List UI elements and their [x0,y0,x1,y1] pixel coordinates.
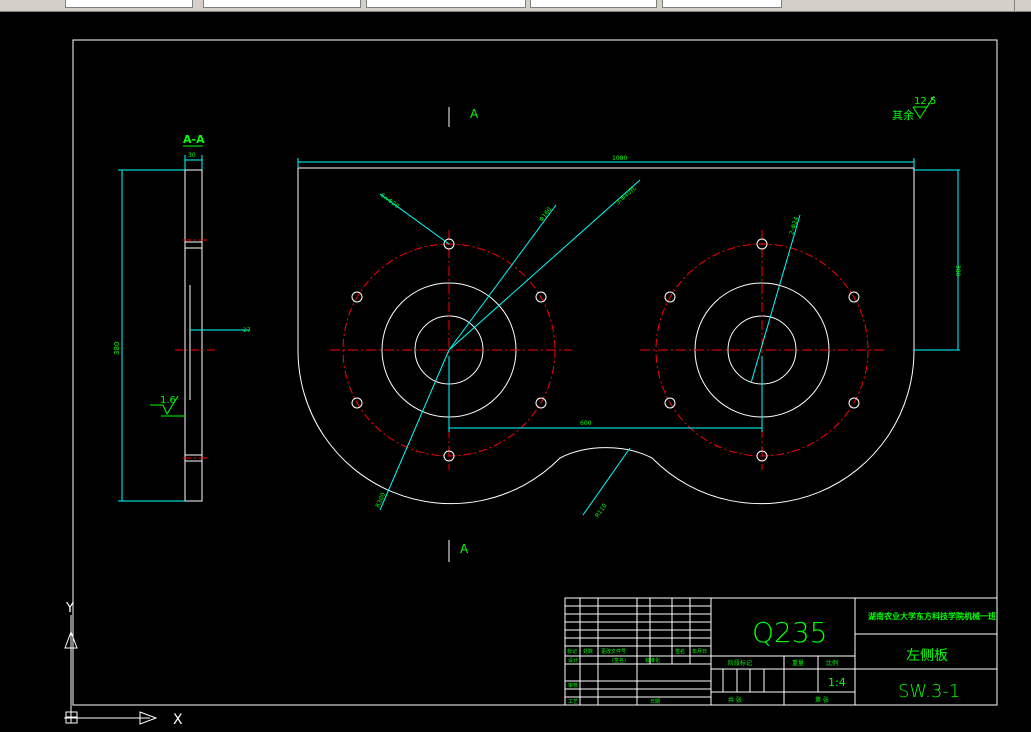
svg-text:3-Φ40孔: 3-Φ40孔 [614,184,637,206]
svg-text:1.6: 1.6 [160,395,176,406]
side-view: A-A 30 380 27 1.6 [113,133,251,502]
svg-text:处数: 处数 [583,648,593,655]
drawing-canvas[interactable]: A A 其余 12.5 A-A 30 380 27 1.6 1080 380 6… [0,11,1031,732]
svg-text:其余: 其余 [892,108,914,122]
svg-text:600: 600 [580,420,592,427]
svg-text:R110: R110 [594,502,609,519]
svg-text:日期: 日期 [650,699,660,705]
svg-text:27: 27 [243,327,251,334]
roughness-note: 其余 12.5 [892,95,936,122]
svg-text:Y: Y [65,601,74,616]
svg-text:审核: 审核 [568,682,578,689]
svg-text:30: 30 [188,152,196,159]
svg-text:标记: 标记 [567,648,577,655]
part-outline [297,167,915,505]
svg-text:年月日: 年月日 [692,648,707,655]
svg-text:设计: 设计 [568,657,578,664]
section-mark-bottom: A [448,540,469,562]
svg-text:A: A [470,107,479,121]
svg-text:共 张: 共 张 [728,696,742,704]
ucs-icon: Y X [64,601,183,728]
svg-text:R300: R300 [374,492,387,509]
svg-text:380: 380 [113,342,121,355]
section-title: A-A [183,133,205,146]
svg-text:比例: 比例 [826,659,838,667]
part-name: 左侧板 [906,648,948,664]
svg-text:380: 380 [954,265,961,277]
svg-text:X: X [173,712,183,728]
toolbar-field-3[interactable] [366,0,526,8]
svg-text:1080: 1080 [612,155,627,162]
svg-text:(签名): (签名) [612,657,626,664]
svg-text:重量: 重量 [792,659,804,667]
material-label: Q235 [752,616,827,649]
toolbar-field-5[interactable] [662,0,782,8]
drawing-border [72,39,998,706]
title-block: 标记 处数 更改文件号 签名 年月日 设计 (签名) 标准化 审核 工艺 日期 … [564,597,998,706]
svg-text:1:4: 1:4 [828,676,846,689]
toolbar-field-2[interactable] [203,0,361,8]
section-mark-top: A [448,107,479,127]
svg-text:第 张: 第 张 [815,696,829,704]
svg-text:Φ160: Φ160 [538,206,553,223]
svg-text:标准化: 标准化 [645,657,660,664]
svg-text:工艺: 工艺 [568,699,578,705]
toolbar-scroll-button[interactable] [1014,0,1031,11]
svg-text:A: A [460,542,469,556]
svg-text:阶段标记: 阶段标记 [728,659,752,667]
svg-text:更改文件号: 更改文件号 [601,648,626,655]
drawing-number: SW.3-1 [898,681,960,702]
front-view: 1080 380 600 6×Φ20 Φ160 3-Φ40孔 2-Φ24 R30… [297,155,961,519]
toolbar-field-1[interactable] [65,0,193,8]
toolbar-field-4[interactable] [530,0,657,8]
svg-text:2-Φ24: 2-Φ24 [788,216,800,236]
svg-text:签名: 签名 [675,648,685,655]
svg-text:6×Φ20: 6×Φ20 [379,192,400,210]
school-name: 湖南农业大学东方科技学院机械一班 [868,611,996,621]
